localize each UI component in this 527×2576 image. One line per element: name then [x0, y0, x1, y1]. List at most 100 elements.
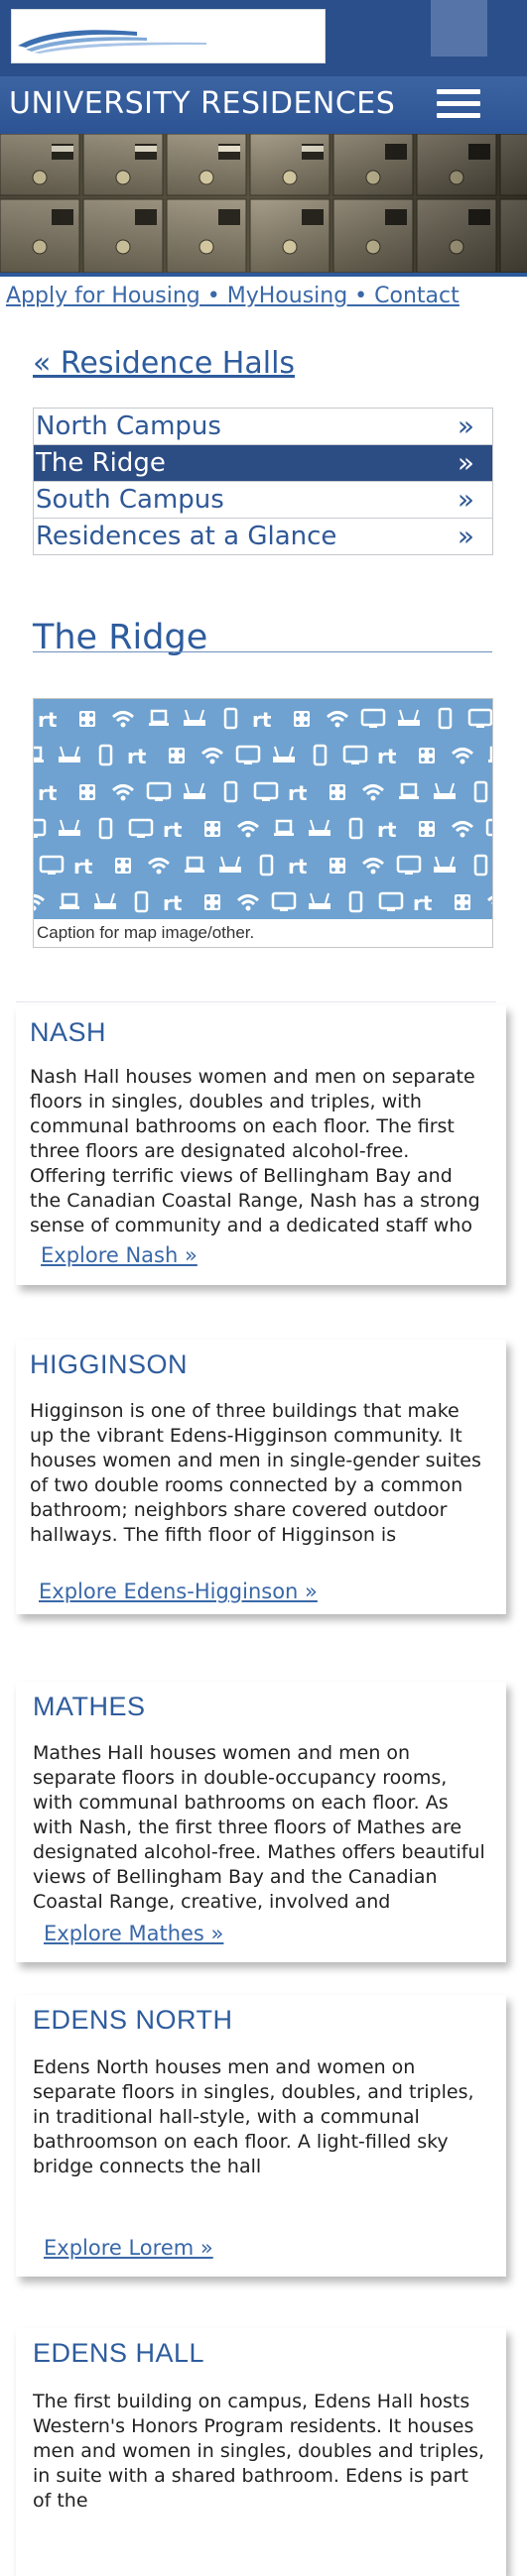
dice-icon: [115, 858, 131, 874]
breadcrumb-residence-halls[interactable]: « Residence Halls: [33, 346, 295, 381]
hall-card-nash: NASH Nash Hall houses women and men on s…: [16, 1005, 506, 1285]
wave-logo-icon: [18, 30, 206, 54]
chevron-right-icon: »: [457, 410, 474, 442]
rt-logo-icon: rt: [73, 855, 93, 878]
hall-nav-item-north-campus[interactable]: North Campus »: [34, 409, 492, 445]
card-description: The first building on campus, Edens Hall…: [33, 2391, 485, 2512]
apply-for-housing-link[interactable]: Apply for Housing: [6, 284, 200, 308]
hall-card-higginson: HIGGINSON Higginson is one of three buil…: [16, 1340, 506, 1614]
dice-icon: [169, 748, 185, 763]
router-icon: [309, 892, 330, 909]
wifi-icon: [326, 711, 349, 728]
rt-logo-icon: rt: [413, 891, 433, 915]
card-title: MATHES: [33, 1692, 146, 1721]
tv-icon: [271, 891, 297, 911]
rt-logo-icon: rt: [377, 818, 397, 842]
card-title: EDENS HALL: [33, 2338, 205, 2368]
logo[interactable]: [11, 9, 326, 63]
card-description: Higginson is one of three buildings that…: [30, 1400, 481, 1546]
svg-text:rt: rt: [377, 818, 397, 842]
router-icon: [219, 856, 241, 873]
link-separator: •: [347, 284, 375, 308]
tv-icon: [128, 818, 154, 838]
phone-icon: [134, 890, 149, 913]
phone-icon: [473, 854, 488, 877]
hall-nav-item-south-campus[interactable]: South Campus »: [34, 482, 492, 519]
top-bar: [0, 0, 527, 76]
phone-icon: [348, 890, 363, 913]
wifi-icon: [111, 784, 135, 801]
wifi-icon: [111, 711, 135, 728]
router-icon: [434, 856, 456, 873]
rt-logo-icon: rt: [377, 745, 397, 768]
wifi-icon: [361, 858, 385, 875]
dice-icon: [419, 748, 435, 763]
svg-text:rt: rt: [127, 745, 147, 768]
rt-logo-icon: rt: [252, 708, 272, 732]
hall-nav-label: North Campus: [36, 411, 221, 441]
router-icon: [184, 782, 205, 799]
wifi-icon: [361, 784, 385, 801]
card-title: NASH: [30, 1017, 107, 1047]
laptop-icon: [60, 892, 79, 909]
phone-icon: [313, 744, 328, 766]
router-icon: [309, 819, 330, 836]
phone-icon: [98, 744, 113, 766]
hamburger-menu-icon[interactable]: [437, 89, 480, 123]
hero-divider: [0, 273, 527, 277]
site-title[interactable]: UNIVERSITY RESIDENCES: [9, 86, 395, 121]
svg-text:rt: rt: [413, 891, 433, 915]
rt-logo-icon: rt: [288, 855, 308, 878]
explore-lorem-link[interactable]: Explore Lorem »: [44, 2236, 213, 2260]
rt-logo-icon: rt: [38, 708, 58, 732]
phone-icon: [98, 817, 113, 840]
laptop-icon: [399, 782, 419, 799]
hall-card-mathes: MATHES Mathes Hall houses women and men …: [16, 1682, 506, 1962]
wifi-icon: [236, 821, 260, 838]
link-separator: •: [199, 284, 227, 308]
hall-nav-item-residences-at-a-glance[interactable]: Residences at a Glance »: [34, 519, 492, 554]
amenities-icon-pattern: rtrtrtrtrtrtrtrtrtrtrtrtrtrt: [34, 699, 492, 919]
phone-icon: [473, 780, 488, 803]
wifi-icon: [34, 894, 46, 911]
card-title: EDENS NORTH: [33, 2005, 233, 2035]
hall-nav-item-the-ridge[interactable]: The Ridge »: [34, 445, 492, 482]
laptop-icon: [149, 709, 169, 726]
amenity-icons-image: rtrtrtrtrtrtrtrtrtrtrtrtrtrt: [34, 707, 492, 915]
phone-icon: [223, 780, 238, 803]
tv-icon: [146, 781, 172, 801]
tv-icon: [396, 855, 422, 875]
dice-icon: [294, 711, 310, 727]
tv-icon: [378, 891, 404, 911]
quick-links: Apply for Housing • MyHousing • Contact: [6, 284, 460, 308]
divider: [16, 1001, 496, 1002]
card-description: Mathes Hall houses women and men on sepa…: [33, 1742, 485, 1913]
dice-icon: [329, 784, 345, 800]
map-figure: rtrtrtrtrtrtrtrtrtrtrtrtrtrt Caption for…: [33, 698, 493, 948]
explore-nash-link[interactable]: Explore Nash »: [41, 1243, 198, 1267]
phone-icon: [259, 854, 274, 877]
wifi-icon: [236, 894, 260, 911]
router-icon: [434, 782, 456, 799]
hall-nav-label: South Campus: [36, 485, 224, 515]
wifi-icon: [147, 858, 171, 875]
corner-square: [431, 0, 487, 57]
wifi-icon: [451, 821, 474, 838]
laptop-icon: [185, 856, 204, 873]
rt-logo-icon: rt: [127, 745, 147, 768]
hero-image: [0, 134, 527, 273]
laptop-icon: [34, 746, 44, 762]
myhousing-link[interactable]: MyHousing: [227, 284, 347, 308]
dice-icon: [79, 784, 95, 800]
svg-text:rt: rt: [38, 781, 58, 805]
explore-mathes-link[interactable]: Explore Mathes »: [44, 1922, 223, 1945]
router-icon: [398, 709, 420, 726]
router-icon: [59, 746, 80, 762]
tv-icon: [235, 745, 261, 764]
phone-icon: [438, 707, 453, 730]
contact-link[interactable]: Contact: [374, 284, 460, 308]
explore-edens-higginson-link[interactable]: Explore Edens-Higginson »: [39, 1580, 318, 1603]
svg-text:rt: rt: [252, 708, 272, 732]
chevron-right-icon: »: [457, 520, 474, 552]
wifi-icon: [200, 748, 224, 764]
